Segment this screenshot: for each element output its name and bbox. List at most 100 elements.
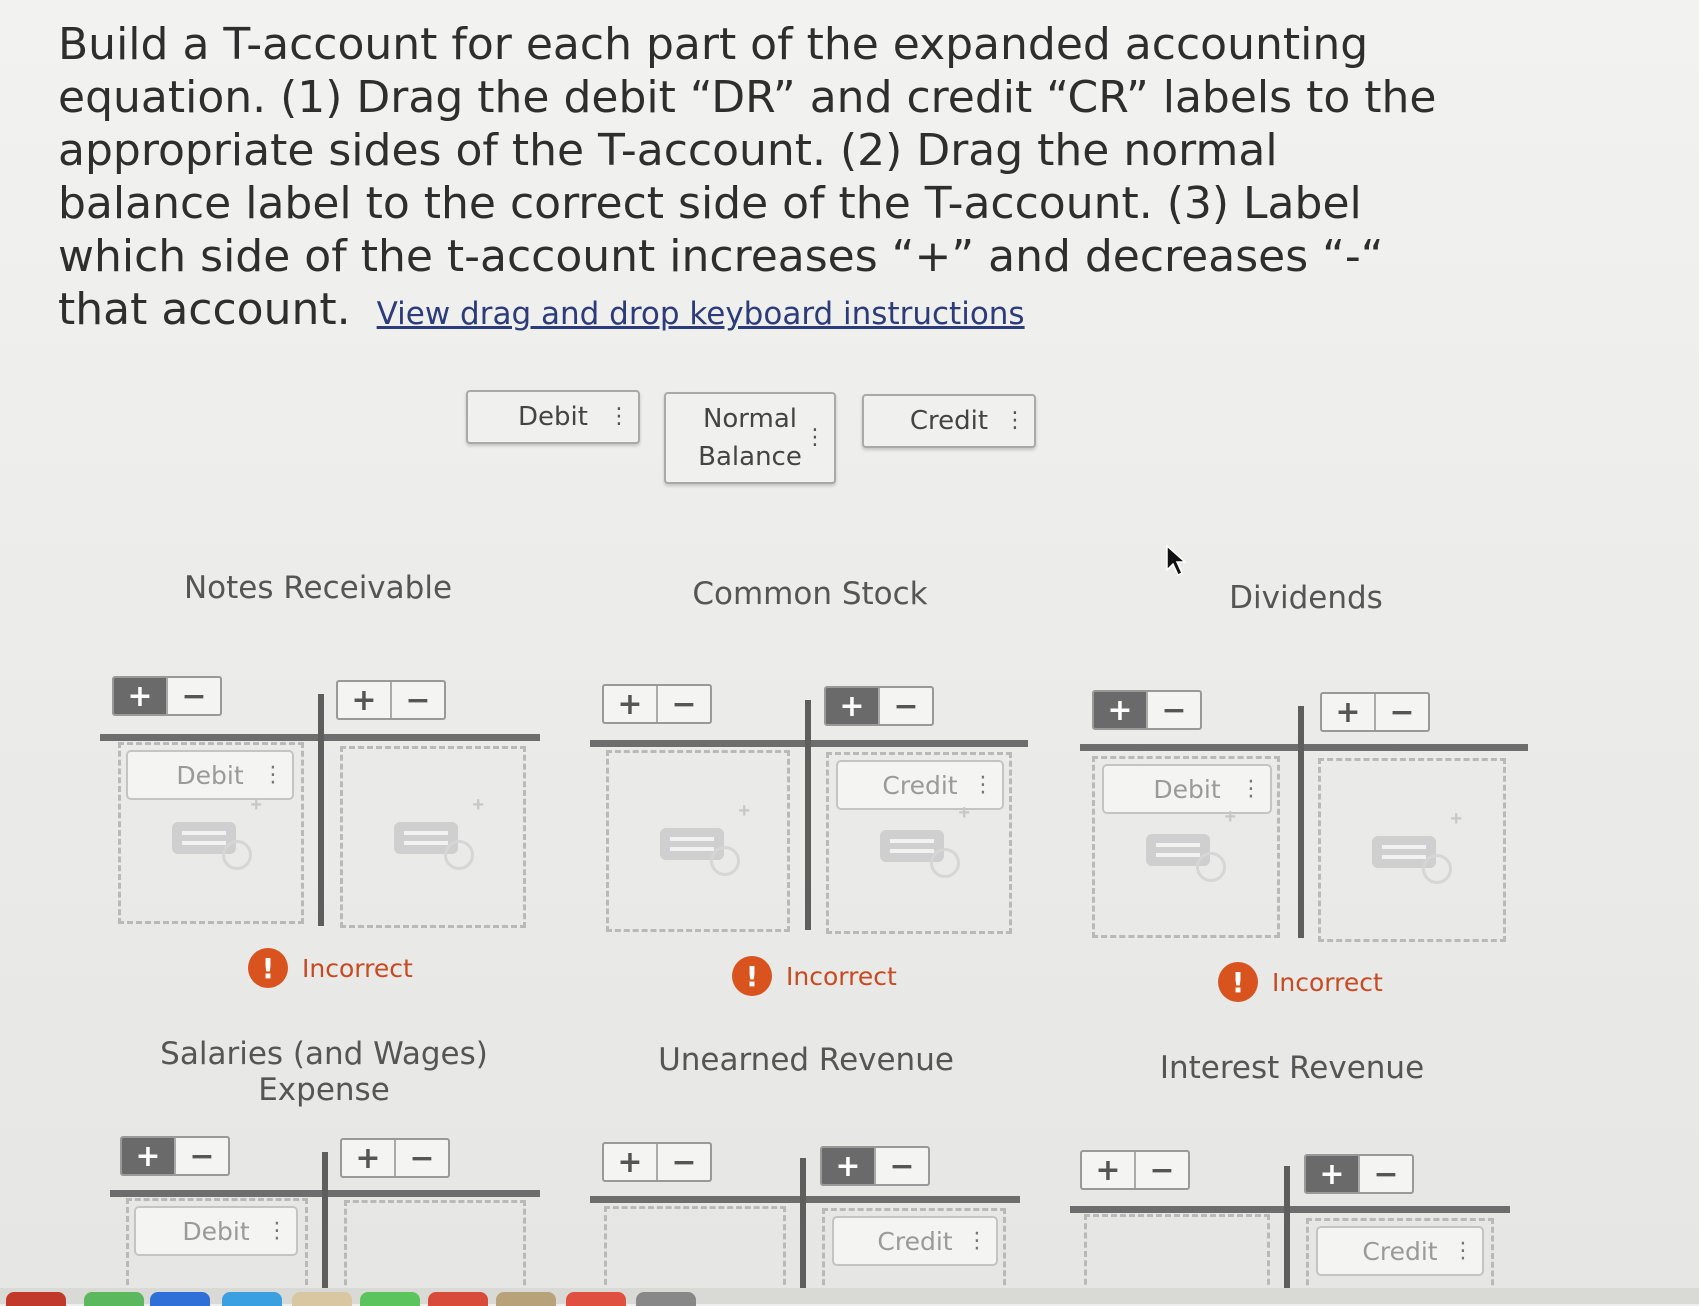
warning-icon: ! xyxy=(732,956,772,996)
drop-target-icon: + xyxy=(1146,806,1236,882)
t-account-divider xyxy=(1298,706,1304,938)
drop-zone-left[interactable] xyxy=(604,1206,786,1294)
instructions-text: Build a T-account for each part of the e… xyxy=(58,19,1437,335)
t-account-divider xyxy=(800,1158,806,1288)
chip-label: Debit xyxy=(518,402,588,432)
t-account-divider xyxy=(1284,1166,1290,1288)
account-title: Unearned Revenue xyxy=(658,1042,954,1078)
account-title: Salaries (and Wages) Expense xyxy=(160,1036,488,1108)
draggable-chip-debit[interactable]: Debit ⋮ xyxy=(466,390,640,444)
plus-minus-toggle-right[interactable]: + − xyxy=(340,1138,450,1178)
placed-label-text: Debit xyxy=(1153,774,1221,804)
plus-button[interactable]: + xyxy=(1322,694,1374,730)
t-account-top-bar xyxy=(1080,744,1528,751)
plus-button[interactable]: + xyxy=(826,688,878,724)
plus-minus-toggle-right[interactable]: + − xyxy=(1320,692,1430,732)
minus-button[interactable]: − xyxy=(390,682,444,718)
feedback-incorrect: ! Incorrect xyxy=(732,956,897,996)
drop-zone-right[interactable] xyxy=(344,1200,526,1294)
minus-button[interactable]: − xyxy=(656,1144,710,1180)
t-account-divider xyxy=(318,694,324,926)
warning-icon: ! xyxy=(248,948,288,988)
minus-button[interactable]: − xyxy=(874,1148,928,1184)
drop-target-icon: + xyxy=(394,794,484,870)
placed-label-text: Credit xyxy=(877,1226,953,1256)
placed-label-left[interactable]: Debit ⋮ xyxy=(1102,764,1272,814)
plus-button[interactable]: + xyxy=(604,1144,656,1180)
placed-label-text: Credit xyxy=(882,770,958,800)
plus-button[interactable]: + xyxy=(1094,692,1146,728)
plus-button[interactable]: + xyxy=(114,678,166,714)
placed-label-right[interactable]: Credit ⋮ xyxy=(836,760,1004,810)
placed-label-right[interactable]: Credit ⋮ xyxy=(1316,1226,1484,1276)
account-title: Interest Revenue xyxy=(1159,1050,1425,1086)
plus-minus-toggle-left[interactable]: + − xyxy=(602,1142,712,1182)
plus-button[interactable]: + xyxy=(604,686,656,722)
plus-minus-toggle-right[interactable]: + − xyxy=(336,680,446,720)
placed-label-left[interactable]: Debit ⋮ xyxy=(134,1206,298,1256)
t-account-top-bar xyxy=(1070,1206,1510,1213)
minus-button[interactable]: − xyxy=(1358,1156,1412,1192)
account-title: Common Stock xyxy=(692,576,928,612)
drop-target-icon: + xyxy=(1372,808,1462,884)
plus-button[interactable]: + xyxy=(342,1140,394,1176)
feedback-text: Incorrect xyxy=(302,953,413,983)
placed-label-text: Debit xyxy=(182,1216,250,1246)
draggable-chip-credit[interactable]: Credit ⋮ xyxy=(862,394,1036,448)
keyboard-instructions-link[interactable]: View drag and drop keyboard instructions xyxy=(377,296,1025,332)
drag-handle-icon[interactable]: ⋮ xyxy=(608,406,630,428)
minus-button[interactable]: − xyxy=(1374,694,1428,730)
t-account-divider xyxy=(805,700,811,930)
plus-button[interactable]: + xyxy=(1082,1152,1134,1188)
drop-target-icon: + xyxy=(172,794,262,870)
drag-handle-icon[interactable]: ⋮ xyxy=(804,427,826,449)
drop-target-icon: + xyxy=(880,802,970,878)
drag-handle-icon[interactable]: ⋮ xyxy=(1240,777,1262,802)
account-title: Dividends xyxy=(1229,580,1383,616)
drag-handle-icon[interactable]: ⋮ xyxy=(1452,1239,1474,1264)
drop-target-icon: + xyxy=(660,800,750,876)
drag-handle-icon[interactable]: ⋮ xyxy=(972,773,994,798)
minus-button[interactable]: − xyxy=(656,686,710,722)
account-title: Notes Receivable xyxy=(183,570,453,606)
plus-minus-toggle-right[interactable]: + − xyxy=(824,686,934,726)
plus-button[interactable]: + xyxy=(822,1148,874,1184)
drag-handle-icon[interactable]: ⋮ xyxy=(266,1219,288,1244)
minus-button[interactable]: − xyxy=(1134,1152,1188,1188)
mouse-pointer-icon xyxy=(1166,544,1187,577)
feedback-incorrect: ! Incorrect xyxy=(248,948,413,988)
plus-minus-toggle-right[interactable]: + − xyxy=(820,1146,930,1186)
placed-label-left[interactable]: Debit ⋮ xyxy=(126,750,294,800)
minus-button[interactable]: − xyxy=(878,688,932,724)
drop-zone-left[interactable] xyxy=(1084,1214,1270,1294)
drag-handle-icon[interactable]: ⋮ xyxy=(1004,410,1026,432)
plus-minus-toggle-left[interactable]: + − xyxy=(120,1136,230,1176)
drag-handle-icon[interactable]: ⋮ xyxy=(966,1229,988,1254)
plus-button[interactable]: + xyxy=(122,1138,174,1174)
screen: Build a T-account for each part of the e… xyxy=(0,0,1699,1294)
drag-handle-icon[interactable]: ⋮ xyxy=(262,763,284,788)
minus-button[interactable]: − xyxy=(174,1138,228,1174)
plus-minus-toggle-right[interactable]: + − xyxy=(1304,1154,1414,1194)
chip-label: Normal Balance xyxy=(698,404,802,472)
plus-button[interactable]: + xyxy=(338,682,390,718)
minus-button[interactable]: − xyxy=(1146,692,1200,728)
plus-button[interactable]: + xyxy=(1306,1156,1358,1192)
plus-minus-toggle-left[interactable]: + − xyxy=(112,676,222,716)
instructions: Build a T-account for each part of the e… xyxy=(58,18,1458,341)
chip-label: Credit xyxy=(909,406,989,436)
placed-label-right[interactable]: Credit ⋮ xyxy=(832,1216,998,1266)
minus-button[interactable]: − xyxy=(394,1140,448,1176)
warning-icon: ! xyxy=(1218,962,1258,1002)
dock xyxy=(0,1288,1699,1306)
feedback-text: Incorrect xyxy=(786,961,897,991)
placed-label-text: Credit xyxy=(1362,1236,1438,1266)
minus-button[interactable]: − xyxy=(166,678,220,714)
plus-minus-toggle-left[interactable]: + − xyxy=(602,684,712,724)
plus-minus-toggle-left[interactable]: + − xyxy=(1092,690,1202,730)
plus-minus-toggle-left[interactable]: + − xyxy=(1080,1150,1190,1190)
placed-label-text: Debit xyxy=(176,760,244,790)
feedback-text: Incorrect xyxy=(1272,967,1383,997)
draggable-chip-normal-balance[interactable]: Normal Balance ⋮ xyxy=(664,392,836,484)
t-account-divider xyxy=(322,1152,328,1288)
